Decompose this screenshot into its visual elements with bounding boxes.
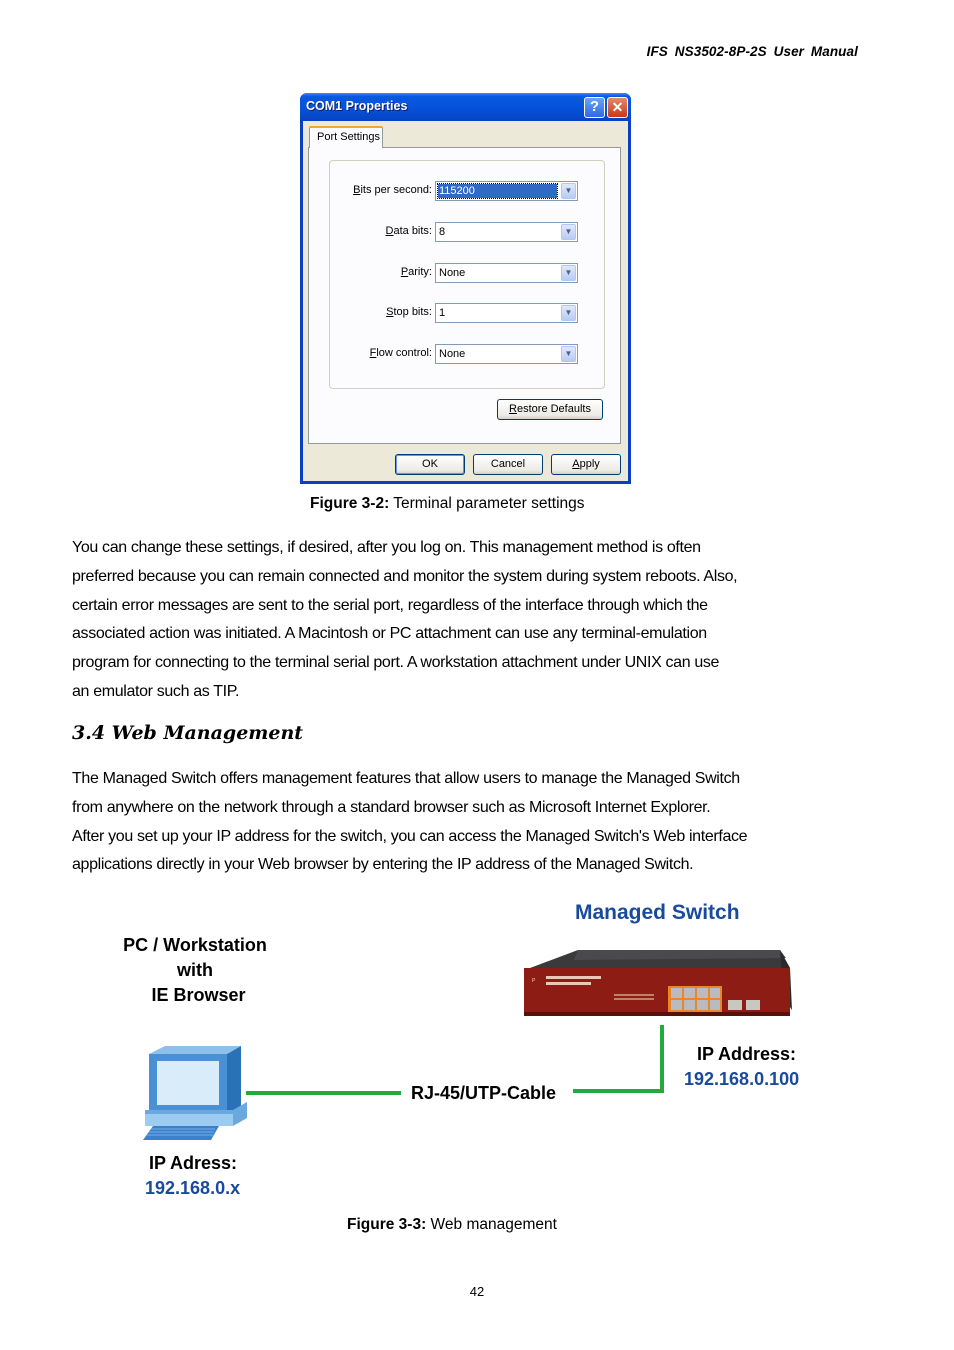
parity-select[interactable]: None ▼ xyxy=(435,263,578,283)
bits-per-second-row: Bits per second: 115200 ▼ xyxy=(330,181,606,201)
pc-label-line: PC / Workstation xyxy=(123,935,267,955)
paragraph-line: The Managed Switch offers management fea… xyxy=(72,770,740,787)
paragraph-line: You can change these settings, if desire… xyxy=(72,539,701,556)
stop-bits-label: Stop bits: xyxy=(386,306,432,318)
paragraph-serial-management: You can change these settings, if desire… xyxy=(72,534,862,707)
bits-per-second-label: Bits per second: xyxy=(353,184,432,196)
apply-button[interactable]: Apply xyxy=(551,454,621,475)
figure-3-2-caption: Figure 3-2: Terminal parameter settings xyxy=(310,495,585,512)
data-bits-row: Data bits: 8 ▼ xyxy=(330,222,606,242)
paragraph-line: an emulator such as TIP. xyxy=(72,682,240,700)
switch-ip-label: IP Address: xyxy=(697,1044,797,1064)
cable-switch-vertical xyxy=(660,1025,664,1093)
managed-switch-label: Managed Switch xyxy=(575,901,740,924)
monitor-side xyxy=(227,1046,241,1114)
switch-bottom-edge xyxy=(524,1012,790,1016)
cable-pc-segment xyxy=(246,1091,401,1095)
data-bits-value: 8 xyxy=(439,226,446,238)
cable-label: RJ-45/UTP-Cable xyxy=(411,1083,557,1103)
pc-ip-value: 192.168.0.x xyxy=(145,1178,241,1198)
help-button[interactable]: ? xyxy=(584,97,605,118)
keyboard-icon xyxy=(143,1126,219,1140)
data-bits-label: Data bits: xyxy=(385,225,432,237)
page-number: 42 xyxy=(469,1284,485,1299)
tab-port-settings-label: Port Settings xyxy=(317,131,380,143)
stop-bits-value: 1 xyxy=(439,307,446,319)
cancel-button[interactable]: Cancel xyxy=(473,454,543,475)
pc-ip-label: IP Adress: xyxy=(149,1153,238,1173)
stop-bits-row: Stop bits: 1 ▼ xyxy=(330,303,606,323)
cable-switch-horizontal xyxy=(573,1089,664,1093)
pc-workstation-icon xyxy=(143,1046,247,1140)
paragraph-line: associated action was initiated. A Macin… xyxy=(72,625,707,643)
switch-model-text xyxy=(546,976,601,979)
switch-led-row xyxy=(614,998,654,1000)
flow-control-select[interactable]: None ▼ xyxy=(435,344,578,364)
dialog-title: COM1 Properties xyxy=(306,99,408,113)
pc-label-line: IE Browser xyxy=(151,985,246,1005)
paragraph-web-management: The Managed Switch offers management fea… xyxy=(72,765,862,880)
dialog-body: Port Settings Bits per second: 115200 ▼ … xyxy=(303,121,628,481)
monitor-screen xyxy=(157,1061,219,1105)
paragraph-line: certain error messages are sent to the s… xyxy=(72,596,708,614)
com1-properties-dialog: COM1 Properties ? ✕ Port Settings Bits p… xyxy=(300,93,631,484)
data-bits-select[interactable]: 8 ▼ xyxy=(435,222,578,242)
monitor-top xyxy=(149,1046,241,1054)
page-header: IFS NS3502-8P-2S User Manual xyxy=(646,44,858,59)
paragraph-line: preferred because you can remain connect… xyxy=(72,567,738,585)
stop-bits-select[interactable]: 1 ▼ xyxy=(435,303,578,323)
chevron-down-icon[interactable]: ▼ xyxy=(561,346,576,362)
pc-label-line: with xyxy=(177,960,213,980)
managed-switch-image: P xyxy=(524,950,792,1016)
port-settings-panel: Bits per second: 115200 ▼ Data bits: 8 ▼… xyxy=(308,147,621,444)
switch-led-row xyxy=(614,994,654,996)
pc-label: PC / Workstation with IE Browser xyxy=(119,935,271,1006)
flow-control-value: None xyxy=(439,348,466,360)
parity-label: Parity: xyxy=(400,266,432,278)
chevron-down-icon[interactable]: ▼ xyxy=(561,305,576,321)
settings-group: Bits per second: 115200 ▼ Data bits: 8 ▼… xyxy=(329,160,605,389)
flow-control-label: Flow control: xyxy=(369,347,432,359)
paragraph-line: After you set up your IP address for the… xyxy=(72,827,748,845)
tab-port-settings[interactable]: Port Settings xyxy=(309,126,383,148)
dialog-title-bar[interactable]: COM1 Properties ? ✕ xyxy=(300,93,631,121)
restore-defaults-button[interactable]: Restore Defaults xyxy=(497,399,603,420)
paragraph-line: from anywhere on the network through a s… xyxy=(72,798,711,816)
parity-row: Parity: None ▼ xyxy=(330,263,606,283)
bits-per-second-select[interactable]: 115200 ▼ xyxy=(435,181,578,201)
switch-model-text xyxy=(546,982,591,985)
chevron-down-icon[interactable]: ▼ xyxy=(561,265,576,281)
chevron-down-icon[interactable]: ▼ xyxy=(561,183,576,199)
chevron-down-icon[interactable]: ▼ xyxy=(561,224,576,240)
ok-button[interactable]: OK xyxy=(395,454,465,475)
figure-3-3-caption: Figure 3-3: Web management xyxy=(347,1216,557,1233)
pc-base-front xyxy=(145,1114,233,1126)
bits-per-second-value: 115200 xyxy=(437,183,558,199)
parity-value: None xyxy=(439,267,466,279)
paragraph-line: program for connecting to the terminal s… xyxy=(72,654,720,672)
flow-control-row: Flow control: None ▼ xyxy=(330,344,606,364)
switch-ip-value: 192.168.0.100 xyxy=(684,1069,800,1089)
paragraph-line: applications directly in your Web browse… xyxy=(72,856,694,874)
close-button[interactable]: ✕ xyxy=(607,97,628,118)
section-heading: 3.4 Web Management xyxy=(72,722,304,744)
